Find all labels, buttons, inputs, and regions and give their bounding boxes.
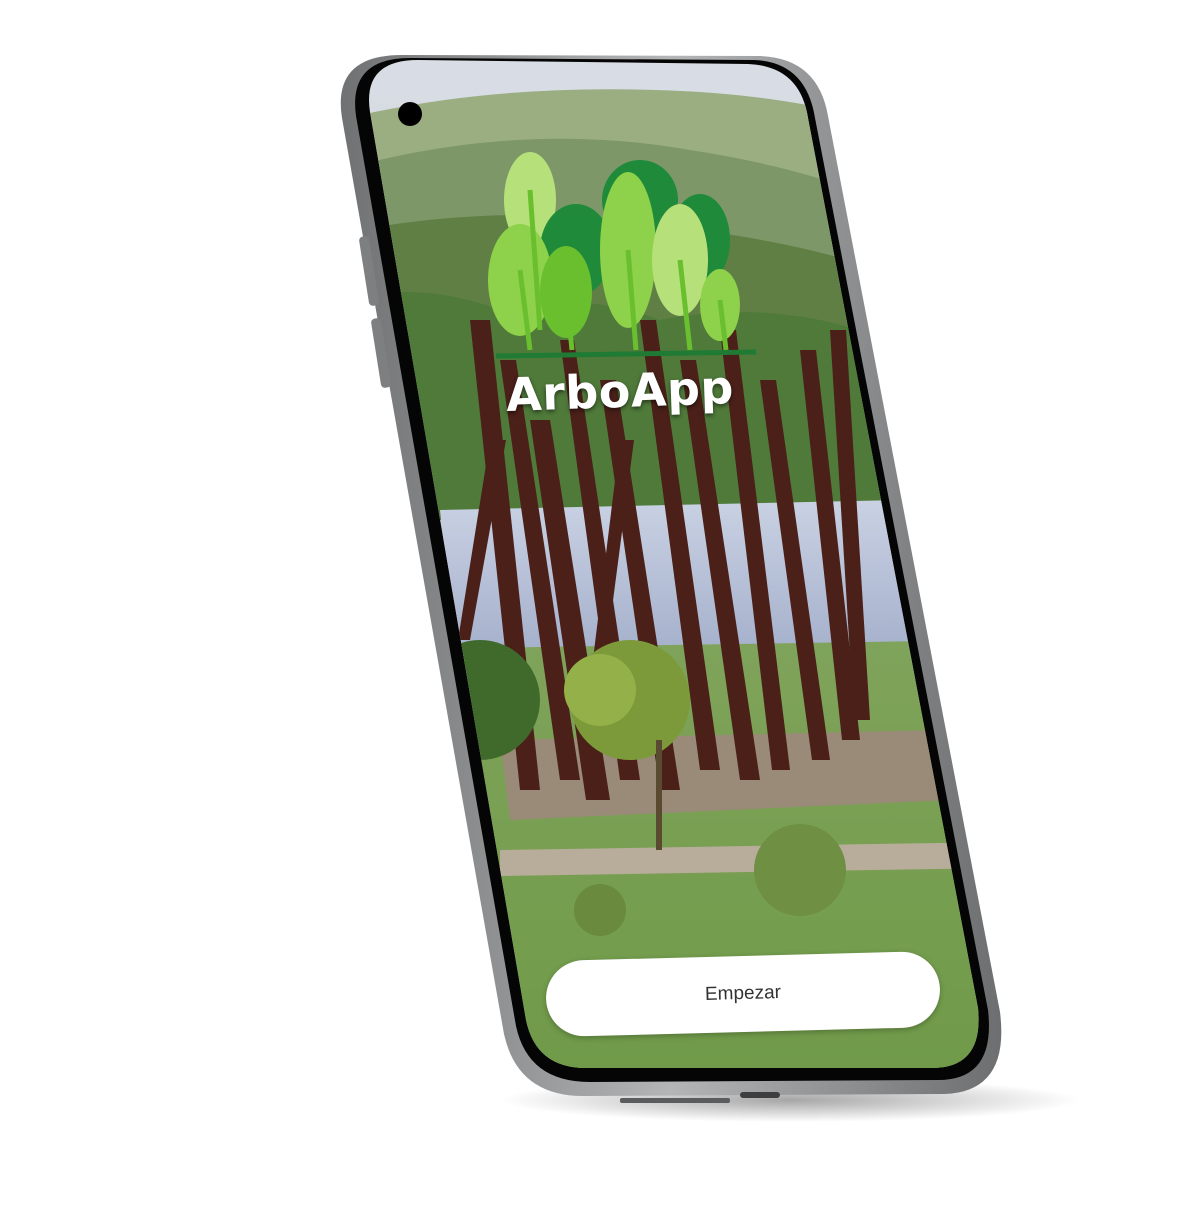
phone-mockup: ArboApp Empezar (0, 0, 1200, 1200)
app-title: ArboApp (505, 360, 735, 422)
usb-port (740, 1092, 780, 1098)
speaker-grille (620, 1098, 730, 1103)
front-camera (398, 102, 422, 126)
start-button[interactable]: Empezar (545, 950, 941, 1038)
start-button-label: Empezar (704, 982, 782, 1005)
